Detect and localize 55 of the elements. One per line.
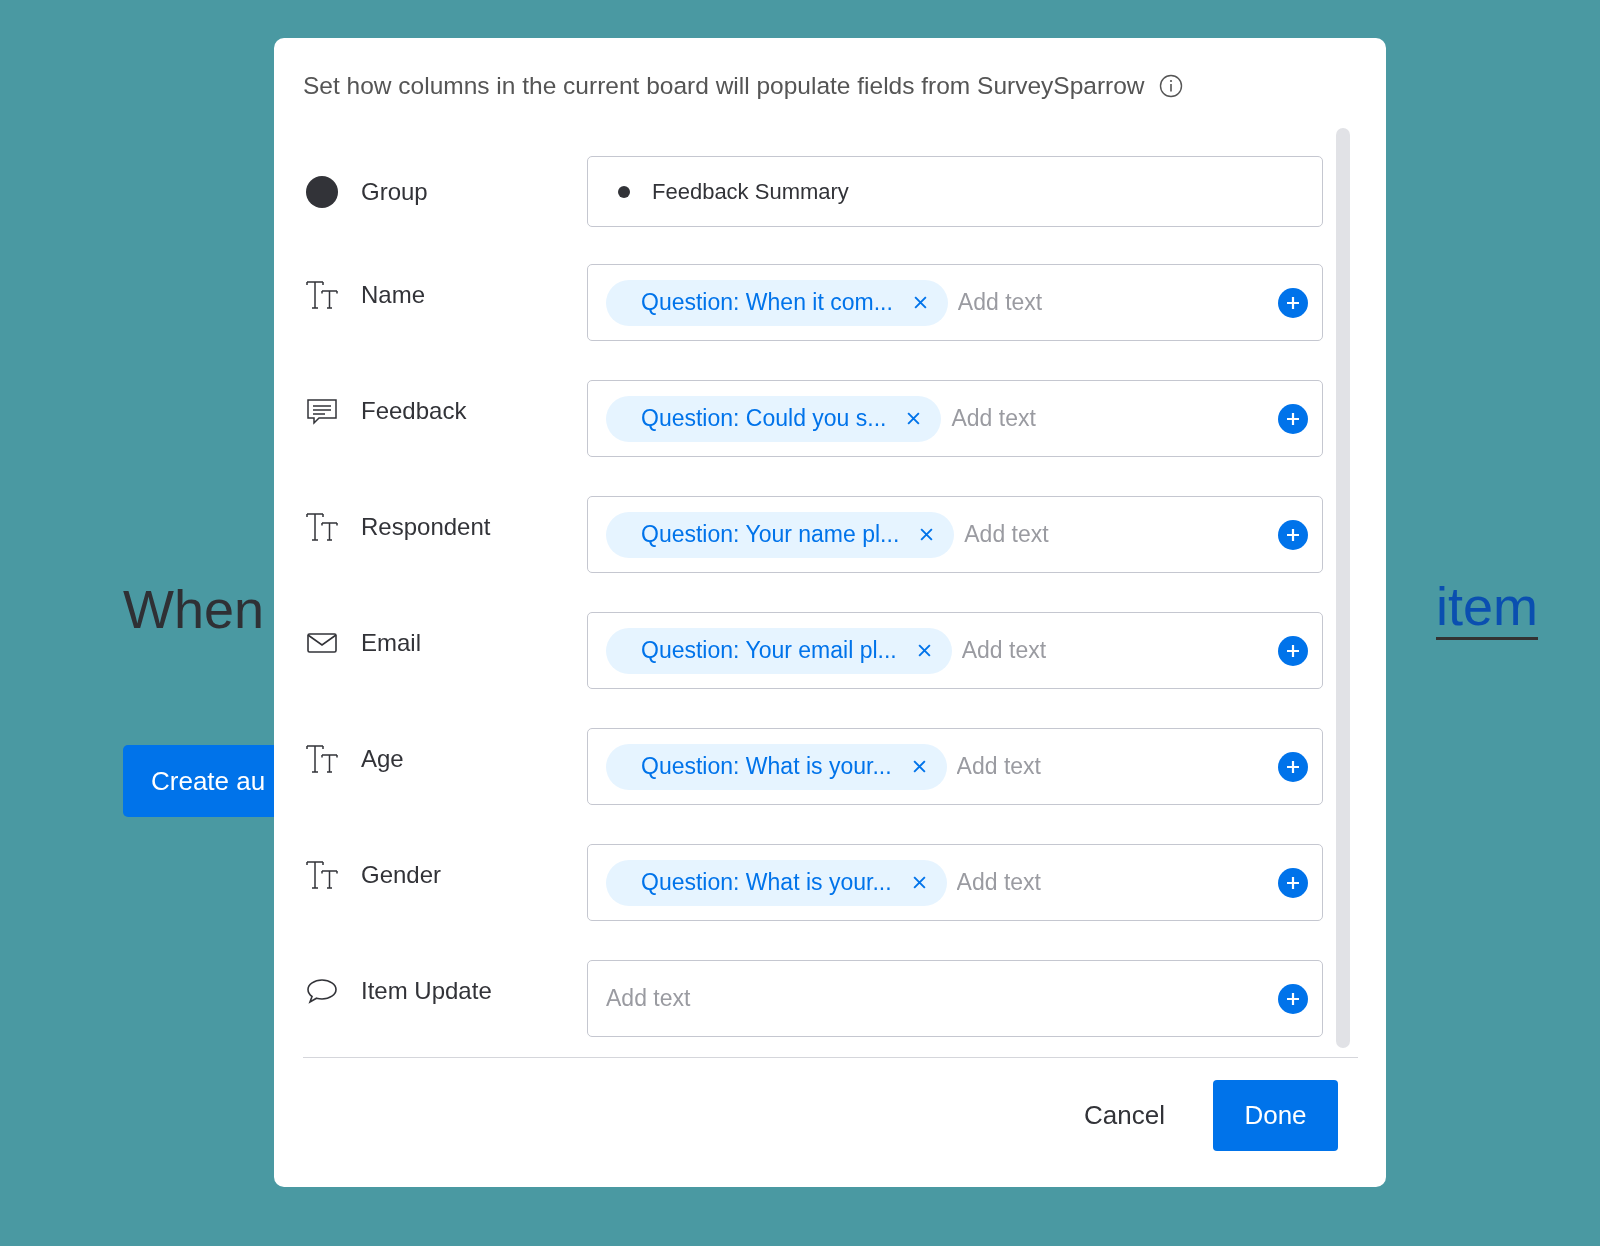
add-text-input[interactable]: Add text (961, 637, 1268, 664)
column-label: Respondent (361, 513, 491, 541)
question-chip[interactable]: Question: Could you s... (606, 395, 942, 442)
text-type-icon (305, 858, 339, 892)
group-select[interactable]: Feedback Summary (587, 156, 1323, 227)
remove-icon[interactable] (919, 527, 935, 542)
column-label: Group (361, 177, 428, 206)
remove-icon[interactable] (906, 411, 922, 426)
add-text-input[interactable]: Add text (951, 405, 1268, 432)
text-type-icon (305, 510, 339, 544)
remove-icon[interactable] (911, 759, 927, 774)
add-text-input[interactable]: Add text (606, 985, 1268, 1012)
remove-icon[interactable] (916, 643, 932, 658)
add-icon[interactable] (1278, 751, 1308, 782)
add-icon[interactable] (1278, 287, 1308, 318)
mapping-field[interactable]: Question: What is your... Add text (587, 844, 1323, 921)
question-chip[interactable]: Question: What is your... (606, 859, 947, 906)
mapping-field[interactable]: Question: What is your... Add text (587, 728, 1323, 805)
mapping-field[interactable]: Question: Your email pl... Add text (587, 612, 1323, 689)
add-text-input[interactable]: Add text (956, 869, 1268, 896)
scrollbar[interactable] (1336, 128, 1350, 1048)
question-chip[interactable]: Question: Your email pl... (606, 627, 952, 674)
group-dot-icon (305, 174, 339, 209)
text-type-icon (305, 278, 339, 312)
column-label: Feedback (361, 397, 467, 425)
info-icon[interactable] (1158, 74, 1183, 98)
column-label: Gender (361, 861, 442, 889)
question-chip[interactable]: Question: When it com... (606, 279, 948, 326)
column-label: Name (361, 281, 426, 309)
add-icon[interactable] (1278, 867, 1308, 898)
add-icon[interactable] (1278, 635, 1308, 666)
cancel-button[interactable]: Cancel (1080, 1090, 1169, 1141)
add-icon[interactable] (1278, 519, 1308, 550)
done-button[interactable]: Done (1213, 1080, 1338, 1151)
column-label: Age (361, 745, 404, 773)
question-chip[interactable]: Question: Your name pl... (606, 511, 955, 558)
remove-icon[interactable] (911, 875, 927, 890)
text-type-icon (305, 742, 339, 776)
column-label: Email (361, 629, 421, 657)
dialog-description: Set how columns in the current board will populate fields from SurveySparrow (303, 72, 1145, 100)
add-text-input[interactable]: Add text (964, 521, 1268, 548)
mapping-field[interactable]: Question: Your name pl... Add text (587, 496, 1323, 573)
mapping-field[interactable]: Question: Could you s... Add text (587, 380, 1323, 457)
remove-icon[interactable] (912, 295, 928, 310)
headline-text: When (123, 578, 265, 640)
add-text-input[interactable]: Add text (957, 289, 1268, 316)
add-text-input[interactable]: Add text (956, 753, 1268, 780)
bullet-icon (618, 185, 630, 198)
mapping-field[interactable]: Question: When it com... Add text (587, 264, 1323, 341)
mapping-field[interactable]: Add text (587, 960, 1323, 1037)
item-link[interactable]: item (1436, 578, 1538, 640)
question-chip[interactable]: Question: What is your... (606, 743, 947, 790)
add-icon[interactable] (1278, 983, 1308, 1014)
column-label: Item Update (361, 977, 492, 1005)
add-icon[interactable] (1278, 403, 1308, 434)
